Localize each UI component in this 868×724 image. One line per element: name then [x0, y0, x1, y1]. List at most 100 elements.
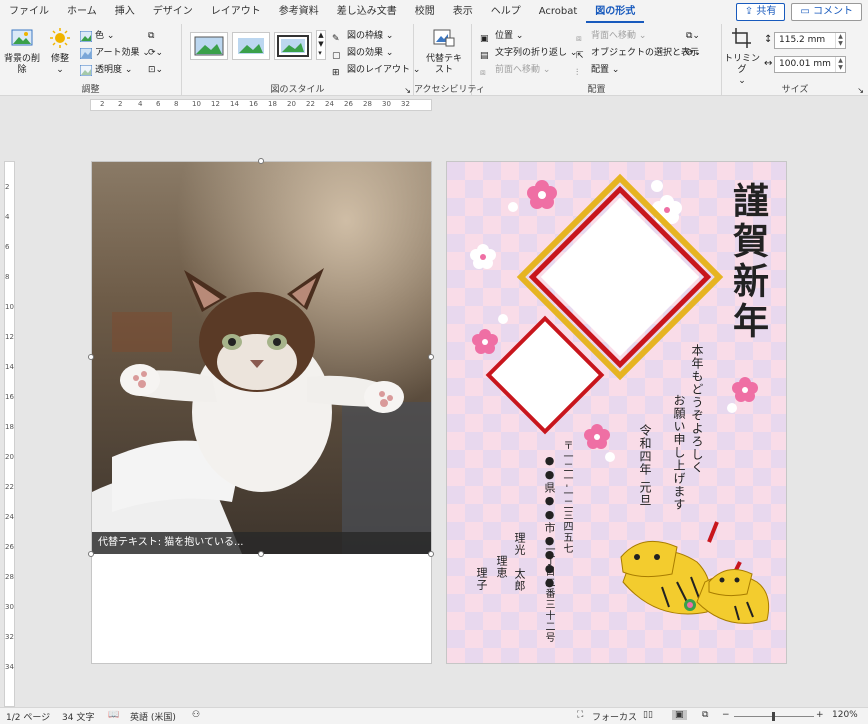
page-1[interactable]: 代替テキスト: 猫を抱いている...	[88, 158, 434, 664]
width-input[interactable]: 100.01 mm ▲ ▼	[774, 56, 846, 73]
resize-handle-bottom-right[interactable]	[428, 551, 434, 557]
corrections-sun-icon	[50, 28, 70, 48]
ruler-number: 24	[5, 513, 14, 521]
language-indicator[interactable]: 英語 (米国)	[130, 710, 176, 723]
tab-design[interactable]: デザイン	[144, 0, 202, 24]
compress-pictures-button[interactable]: ⧉	[148, 28, 154, 44]
crop-button[interactable]: トリミング ⌄	[724, 28, 760, 87]
focus-mode-label[interactable]: フォーカス	[592, 710, 637, 723]
tab-file[interactable]: ファイル	[0, 0, 58, 24]
styles-gallery-scroll[interactable]: ▲ ▼ ▾	[316, 30, 326, 60]
reset-picture-button[interactable]: ⊡⌄	[148, 62, 163, 78]
zoom-level[interactable]: 120%	[832, 710, 858, 720]
group-accessibility: 代替テキスト アクセシビリティ	[414, 24, 485, 96]
ruler-number: 16	[5, 393, 14, 401]
remove-background-button[interactable]: 背景の削除	[4, 28, 40, 76]
tab-insert[interactable]: 挿入	[106, 0, 144, 24]
picture-layout-button[interactable]: ⊞ 図のレイアウト ⌄	[332, 62, 420, 78]
selected-picture[interactable]: 代替テキスト: 猫を抱いている...	[92, 162, 431, 554]
tab-references[interactable]: 参考資料	[270, 0, 328, 24]
resize-handle-top[interactable]	[258, 158, 264, 164]
corrections-label: 修整	[50, 54, 69, 64]
wrap-text-button[interactable]: ▤ 文字列の折り返し ⌄	[480, 45, 577, 61]
send-backward-label: 背面へ移動	[591, 31, 637, 41]
send-backward-button[interactable]: ⧈ 背面へ移動 ⌄	[576, 28, 646, 44]
tab-mailings[interactable]: 差し込み文書	[328, 0, 406, 24]
position-icon: ▣	[480, 33, 489, 44]
align-icon: ⫶	[576, 67, 579, 78]
share-button[interactable]: ⇪ 共有	[735, 3, 786, 21]
zoom-out-button[interactable]: −	[722, 710, 730, 720]
wrap-text-label: 文字列の折り返し	[495, 48, 568, 58]
share-label: 共有	[756, 6, 777, 17]
bring-forward-button[interactable]: ⧈ 前面へ移動 ⌄	[480, 62, 550, 78]
width-spinner-icon[interactable]: ▲ ▼	[835, 57, 845, 72]
tab-home[interactable]: ホーム	[58, 0, 106, 24]
height-spinner-icon[interactable]: ▲ ▼	[835, 33, 845, 48]
resize-handle-right[interactable]	[428, 354, 434, 360]
resize-handle-bottom-left[interactable]	[88, 551, 94, 557]
picture-style-2[interactable]	[232, 32, 270, 60]
tab-help[interactable]: ヘルプ	[482, 0, 530, 24]
group-arrange: ▣ 位置 ⌄ ▤ 文字列の折り返し ⌄ ⧈ 前面へ移動 ⌄ ⧈ 背面へ移動 ⌄ …	[472, 24, 722, 96]
card-date: 令和四年 元旦	[638, 424, 652, 507]
resize-handle-bottom[interactable]	[258, 551, 264, 557]
transparency-button[interactable]: 透明度 ⌄	[80, 62, 132, 78]
picture-style-1[interactable]	[190, 32, 228, 60]
ruler-number: 12	[211, 100, 220, 108]
share-icon: ⇪	[744, 6, 754, 17]
proofing-icon[interactable]: 📖	[108, 710, 119, 720]
zoom-in-button[interactable]: +	[816, 710, 824, 720]
rotate-button[interactable]: ⟳⌄	[686, 45, 701, 61]
picture-border-button[interactable]: ✎ 図の枠線 ⌄	[332, 28, 393, 44]
word-count[interactable]: 34 文字	[62, 710, 94, 723]
resize-handle-left[interactable]	[88, 354, 94, 360]
artistic-effects-label: アート効果	[95, 48, 140, 58]
page-count[interactable]: 1/2 ページ	[6, 710, 50, 723]
group-objects-button[interactable]: ⧉⌄	[686, 28, 700, 44]
selection-pane-button[interactable]: ⇱ オブジェクトの選択と表示	[576, 45, 699, 61]
zoom-slider-thumb[interactable]	[772, 712, 775, 721]
selection-pane-label: オブジェクトの選択と表示	[591, 48, 700, 58]
ribbon-tabbar: ファイル ホーム 挿入 デザイン レイアウト 参考資料 差し込み文書 校閲 表示…	[0, 0, 868, 24]
ruler-number: 4	[138, 100, 143, 108]
corrections-button[interactable]: 修整 ⌄	[42, 28, 78, 76]
bring-forward-label: 前面へ移動	[495, 65, 541, 75]
comment-button[interactable]: ▭ コメント	[791, 3, 862, 21]
sender-name-1: 理光 太郎	[513, 532, 526, 592]
print-layout-icon[interactable]: ▣	[672, 710, 687, 720]
read-mode-icon[interactable]: ▯▯	[643, 710, 653, 720]
tab-layout[interactable]: レイアウト	[202, 0, 270, 24]
artistic-effects-button[interactable]: アート効果 ⌄	[80, 45, 150, 61]
tab-review[interactable]: 校閲	[406, 0, 444, 24]
position-button[interactable]: ▣ 位置 ⌄	[480, 28, 523, 44]
vertical-ruler[interactable]: 2 4 6 8 10 12 14 16 18 20 22 24 26 28 30…	[0, 117, 16, 707]
color-button[interactable]: 色 ⌄	[80, 28, 114, 44]
sender-name-2: 理恵	[495, 555, 508, 579]
ruler-number: 32	[401, 100, 410, 108]
height-input[interactable]: 115.2 mm ▲ ▼	[774, 32, 846, 49]
page-2-new-year-card[interactable]: 謹賀新年 本年もどうぞよろしく お願い申し上げます 令和四年 元旦 〒一二一-一…	[446, 161, 787, 664]
web-layout-icon[interactable]: ⧉	[702, 710, 708, 720]
ruler-number: 12	[5, 333, 14, 341]
picture-style-3[interactable]	[274, 32, 312, 60]
picture-border-label: 図の枠線	[347, 31, 384, 41]
horizontal-ruler[interactable]: 2 2 4 6 8 10 12 14 16 18 20 22 24 26 28 …	[0, 97, 868, 117]
selection-pane-icon: ⇱	[576, 50, 584, 61]
compress-icon: ⧉	[148, 31, 155, 41]
style-thumb-icon	[238, 38, 264, 54]
ruler-number: 10	[192, 100, 201, 108]
remove-background-icon	[11, 29, 33, 46]
tab-acrobat[interactable]: Acrobat	[530, 0, 587, 24]
dialog-launcher-icon[interactable]: ↘	[404, 86, 411, 95]
change-picture-button[interactable]: ⟳⌄	[148, 45, 163, 61]
alt-text-button[interactable]: 代替テキスト	[424, 28, 464, 76]
align-button[interactable]: ⫶ 配置 ⌄	[576, 62, 619, 78]
dialog-launcher-icon[interactable]: ↘	[857, 86, 864, 95]
tab-picture-format[interactable]: 図の形式	[586, 1, 645, 23]
tab-view[interactable]: 表示	[444, 0, 482, 24]
accessibility-check-icon[interactable]: ⚇	[192, 710, 200, 720]
document-area[interactable]: 代替テキスト: 猫を抱いている... 謹賀新年 本年もどうぞよろしく お願い申し…	[16, 117, 868, 707]
picture-effects-button[interactable]: ▢ 図の効果 ⌄	[332, 45, 393, 61]
focus-mode-icon[interactable]: ⛶	[577, 710, 583, 720]
